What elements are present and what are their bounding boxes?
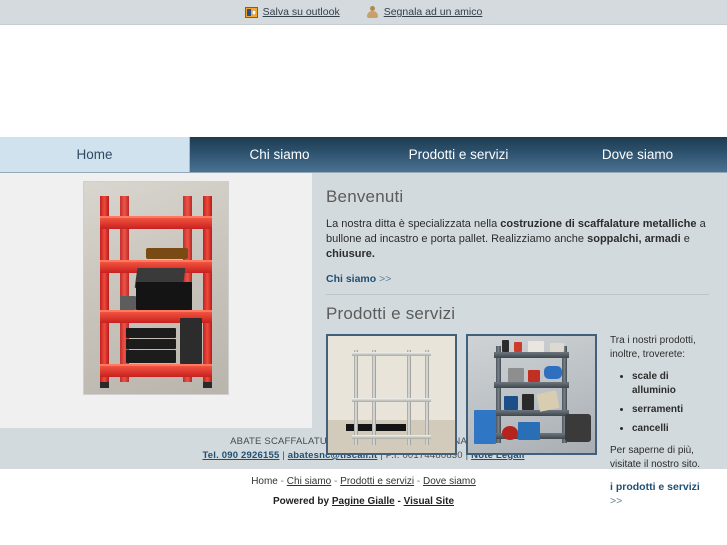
nav-item-prodotti-e-servizi[interactable]: Prodotti e servizi [369,137,548,172]
tell-a-friend-link[interactable]: Segnala ad un amico [366,5,483,19]
products-intro: Tra i nostri prodotti, inoltre, troveret… [610,335,696,360]
footer-nav-chi-siamo[interactable]: Chi siamo [287,476,331,487]
welcome-bold-3: chiusure. [326,248,375,260]
hero-column [0,173,312,428]
chevron-right-icon: >> [379,273,392,285]
content-panel: Benvenuti La nostra ditta è specializzat… [312,173,727,507]
footer-nav-sep-1: - [280,476,284,487]
products-bullet-list: scale di alluminio serramenti cancelli [610,370,709,436]
utility-bar: Salva su outlook Segnala ad un amico [0,0,727,25]
welcome-bold-2: soppalchi, armadi [587,233,681,245]
outlook-icon [244,6,258,18]
nav-item-home-label: Home [76,147,113,162]
nav-item-dove-siamo[interactable]: Dove siamo [548,137,727,172]
welcome-text-1: La nostra ditta è specializzata nella [326,218,501,230]
nav-item-dove-siamo-label: Dove siamo [601,147,674,162]
prodotti-more-label: i prodotti e servizi [610,481,700,493]
save-to-outlook-link[interactable]: Salva su outlook [244,6,340,18]
nav-item-prodotti-e-servizi-label: Prodotti e servizi [408,147,509,162]
section-divider [326,294,709,295]
welcome-bold-1: costruzione di scaffalature metalliche [500,218,697,230]
bullet-item: scale di alluminio [632,370,709,398]
main-content: Benvenuti La nostra ditta è specializzat… [0,173,727,507]
save-to-outlook-label: Salva su outlook [262,6,340,18]
footer-phone-link[interactable]: Tel. 090 2926155 [202,450,279,461]
footer-nav-home[interactable]: Home [251,476,278,487]
header-banner [0,25,727,137]
chevron-right-icon: >> [610,495,623,507]
powered-by-prefix: Powered by [272,496,330,507]
welcome-paragraph: La nostra ditta è specializzata nella co… [326,217,709,262]
bullet-item: serramenti [632,403,709,417]
products-outro: Per saperne di più, visitate il nostro s… [610,445,701,470]
footer-sep-1: | [282,450,285,461]
tell-a-friend-label: Segnala ad un amico [383,6,483,18]
welcome-text-3: e [680,233,690,245]
prodotti-more-link[interactable]: i prodotti e servizi >> [610,480,709,508]
page-root: Salva su outlook Segnala ad un amico Hom… [0,0,727,545]
welcome-heading: Benvenuti [326,187,404,206]
chi-siamo-more-link[interactable]: Chi siamo >> [326,273,391,285]
nav-item-chi-siamo-label: Chi siamo [249,147,310,162]
nav-item-chi-siamo[interactable]: Chi siamo [190,137,369,172]
nav-item-home[interactable]: Home [0,137,190,172]
bullet-item: cancelli [632,422,709,436]
product-image-chrome-shelf[interactable] [326,334,457,455]
main-navigation: Home Chi siamo Prodotti e servizi Dove s… [0,137,727,173]
friend-icon [366,5,379,19]
products-heading: Prodotti e servizi [326,304,456,323]
hero-image [83,181,229,395]
products-text-block: Tra i nostri prodotti, inoltre, troveret… [606,334,709,509]
products-row: Tra i nostri prodotti, inoltre, troveret… [326,334,709,509]
chi-siamo-more-label: Chi siamo [326,273,377,285]
product-image-grey-shelf[interactable] [466,334,597,455]
